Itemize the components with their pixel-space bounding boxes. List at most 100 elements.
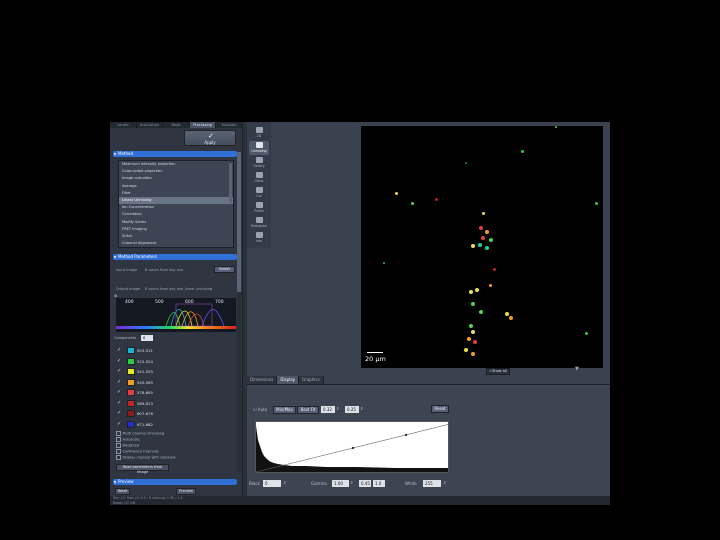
- method-list-scrollbar[interactable]: [229, 163, 232, 203]
- tool-ortho[interactable]: Ortho: [249, 171, 269, 185]
- tab-graphics[interactable]: Graphics: [299, 376, 324, 384]
- stepper-icon[interactable]: ⇕: [336, 406, 339, 411]
- option-weighted[interactable]: Weighted: [116, 443, 140, 448]
- reset-display-button[interactable]: Reset: [431, 405, 449, 413]
- gamma-a-field[interactable]: 0.45: [359, 480, 371, 487]
- tab-processing[interactable]: Processing: [189, 122, 217, 128]
- expand-arrow-icon[interactable]: ▼: [575, 366, 579, 372]
- method-header[interactable]: Method: [113, 151, 237, 157]
- preview-button[interactable]: Preview: [176, 488, 196, 495]
- tab-dimensions[interactable]: Dimensions: [247, 376, 278, 384]
- method-item[interactable]: Filter: [119, 190, 233, 197]
- fluorescent-spot: [555, 126, 557, 128]
- method-item-selected[interactable]: Linear Unmixing: [119, 196, 233, 205]
- stepper-icon[interactable]: ⇕: [350, 480, 353, 485]
- option-display-residuals[interactable]: Display channel with residuals: [116, 455, 176, 460]
- tool-histogram[interactable]: Histogram: [249, 216, 269, 230]
- fluorescent-spot: [475, 288, 479, 292]
- tab-acquisition[interactable]: Acquisition: [137, 122, 164, 128]
- channel-row[interactable]: ✓ 545-565: [117, 378, 197, 387]
- tool-profile[interactable]: Profile: [249, 201, 269, 215]
- checkbox-checked-icon[interactable]: ✓: [117, 410, 121, 416]
- checkbox-checked-icon[interactable]: ✓: [117, 358, 121, 364]
- gamma-b-field[interactable]: 1.0: [373, 480, 385, 487]
- method-parameters-header[interactable]: Method Parameters: [113, 254, 237, 260]
- method-item[interactable]: Image calculator: [119, 175, 233, 182]
- tool-2d[interactable]: 2D: [249, 126, 269, 140]
- method-item[interactable]: Average: [119, 183, 233, 190]
- show-all-toggle[interactable]: ✓Show all: [486, 368, 510, 375]
- checkbox-checked-icon[interactable]: ✓: [117, 368, 121, 374]
- tool-label: Gallery: [253, 164, 265, 168]
- left-panel-scrollbar[interactable]: [237, 152, 241, 472]
- histogram-plot: [256, 422, 448, 472]
- checkbox-checked-icon[interactable]: ✓: [117, 379, 121, 385]
- microscopy-image[interactable]: 20 µm: [361, 126, 603, 368]
- min-max-button[interactable]: Min/Max: [273, 406, 296, 414]
- channel-swatch[interactable]: [127, 378, 135, 386]
- method-item[interactable]: Stitch: [119, 233, 233, 240]
- tool-info[interactable]: Info: [249, 231, 269, 245]
- tab-locate[interactable]: Locate: [110, 122, 137, 128]
- white-field[interactable]: 255: [423, 480, 441, 487]
- histogram[interactable]: [255, 421, 449, 473]
- gamma-handle[interactable]: [351, 446, 355, 450]
- method-item[interactable]: Modify Series: [119, 219, 233, 226]
- channel-swatch[interactable]: [127, 368, 135, 375]
- channel-swatch[interactable]: [127, 410, 135, 417]
- spectrum-tick-500: 500: [155, 300, 164, 305]
- best-fit-high-field[interactable]: 0.25: [345, 406, 359, 413]
- spectrum-tick-700: 700: [215, 300, 224, 305]
- channel-row[interactable]: ✓ 515-524: [117, 357, 197, 366]
- stepper-icon[interactable]: ⇕: [283, 480, 286, 485]
- tab-display[interactable]: Display: [277, 376, 300, 384]
- auto-checkbox[interactable]: ☐ Auto: [253, 407, 267, 412]
- option-autoscale[interactable]: Autoscale: [116, 437, 140, 442]
- gamma-field[interactable]: 1.00: [332, 480, 349, 487]
- channel-swatch[interactable]: [127, 399, 135, 407]
- checkbox-checked-icon[interactable]: ✓: [117, 389, 121, 395]
- channel-swatch[interactable]: [127, 357, 135, 365]
- best-fit-low-field[interactable]: 0.32: [321, 406, 335, 413]
- channel-row[interactable]: ✓ 503-511: [117, 346, 197, 355]
- method-item[interactable]: Channel Alignment: [119, 240, 233, 247]
- stepper-icon[interactable]: ⇕: [360, 406, 363, 411]
- checkbox-checked-icon[interactable]: ✓: [117, 400, 121, 406]
- white-point-handle[interactable]: [404, 433, 408, 437]
- method-item[interactable]: Ion Concentration: [119, 204, 233, 211]
- reset-preview-button[interactable]: Reset: [115, 488, 130, 495]
- apply-button[interactable]: ✓ Apply: [184, 130, 236, 146]
- option-multi-channel-unmixing[interactable]: Multi Channel Unmixing: [116, 431, 165, 436]
- tab-maps[interactable]: Maps: [163, 122, 190, 128]
- channel-row[interactable]: ✓ 589-613: [117, 399, 197, 408]
- 2d-view-icon: [255, 127, 263, 133]
- channel-swatch[interactable]: [127, 347, 135, 354]
- preview-header[interactable]: Preview: [113, 479, 237, 485]
- method-item[interactable]: FRET Imaging: [119, 226, 233, 233]
- read-parameters-button[interactable]: Read parameters from Image: [116, 464, 169, 474]
- select-button[interactable]: Select: [214, 266, 235, 273]
- components-field[interactable]: 8: [141, 335, 153, 341]
- checkbox-checked-icon[interactable]: ✓: [117, 421, 121, 427]
- channel-row[interactable]: ✓ 541-555: [117, 367, 197, 376]
- channel-swatch[interactable]: [127, 389, 135, 396]
- channel-row[interactable]: ✓ 671-682: [117, 420, 197, 429]
- method-item[interactable]: Color-coded projection: [119, 168, 233, 175]
- checkbox-checked-icon[interactable]: ✓: [117, 347, 121, 353]
- best-fit-button[interactable]: Best Fit: [297, 406, 319, 414]
- stepper-icon[interactable]: ⇕: [443, 480, 446, 485]
- tool-unmixing[interactable]: Unmixing: [249, 141, 269, 155]
- tool-cut[interactable]: Cut: [249, 186, 269, 200]
- black-field[interactable]: 0: [263, 480, 281, 487]
- channel-row[interactable]: ✓ 607-676: [117, 409, 197, 418]
- tab-maintain[interactable]: Maintain: [216, 122, 243, 128]
- method-item[interactable]: Maximum intensity projection: [119, 161, 233, 168]
- tool-gallery[interactable]: Gallery: [249, 156, 269, 170]
- option-confidence-intervals[interactable]: Confidence Intervals: [116, 449, 159, 454]
- ortho-icon: [255, 172, 263, 178]
- scrollbar-thumb[interactable]: [237, 152, 241, 292]
- method-item[interactable]: Correlation: [119, 211, 233, 218]
- channel-swatch[interactable]: [127, 420, 135, 428]
- scale-bar-label: 20 µm: [365, 355, 386, 363]
- channel-row[interactable]: ✓ 578-605: [117, 388, 197, 397]
